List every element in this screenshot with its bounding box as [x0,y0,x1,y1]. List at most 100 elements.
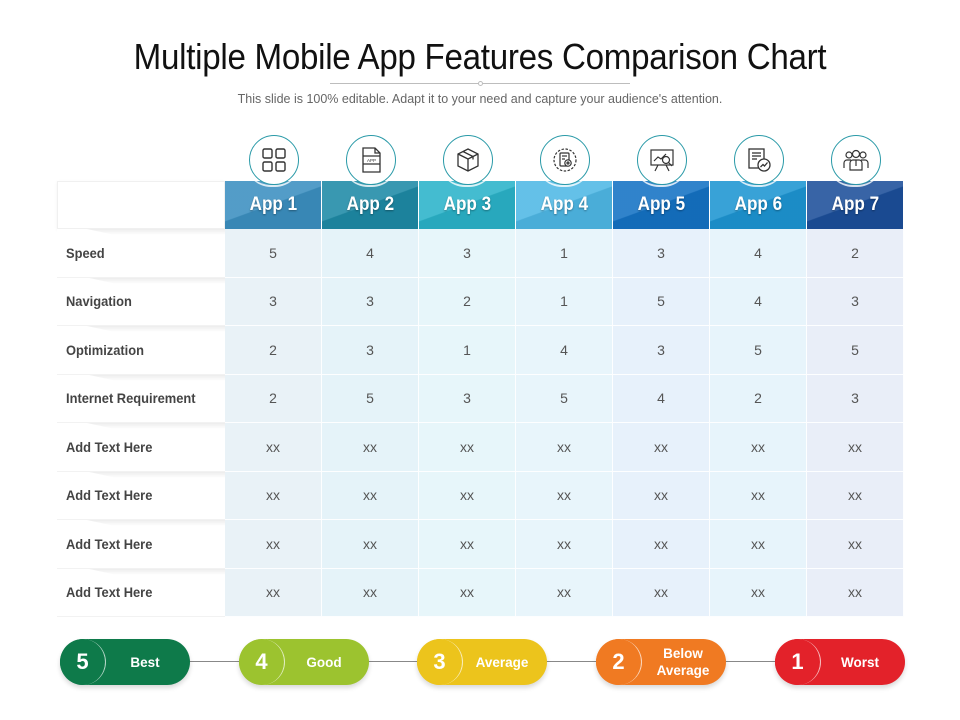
table-cell: 3 [225,277,322,326]
team-people-icon [830,135,881,185]
table-cell: 2 [225,326,322,375]
legend-label: Average [475,654,529,670]
legend-item: 4 Good [239,639,369,685]
column-header-app-7: App 7 [807,181,903,229]
table-cell: xx [807,568,904,617]
legend-label: Best [130,654,160,670]
row-label-text: Add Text Here [66,487,153,504]
table-cell: 4 [613,374,710,423]
table-cell: 4 [710,229,807,278]
column-header-label: App 5 [637,194,685,215]
legend-item: 2 Below Average [596,639,726,685]
package-box-icon [442,135,493,185]
table-cell: 4 [516,326,613,375]
column-header-app-6: App 6 [710,181,806,229]
column-header-label: App 1 [249,194,297,215]
row-label-text: Speed [66,244,105,261]
table-cell: xx [807,471,904,520]
table-cell: xx [322,520,419,569]
table-cell: xx [710,520,807,569]
table-corner-cell [57,181,225,229]
column-header-label: App 3 [443,194,491,215]
table-cell: 1 [516,229,613,278]
table-cell: xx [807,423,904,472]
table-cell: 3 [613,229,710,278]
table-cell: 5 [710,326,807,375]
legend-label: Below Average [656,646,710,678]
table-cell: xx [322,568,419,617]
row-label-text: Add Text Here [66,438,153,455]
presentation-analytics-icon [636,135,687,185]
row-label: Optimization [57,326,225,375]
table-cell: 5 [225,229,322,278]
table-cell: 3 [807,374,904,423]
table-cell: xx [225,423,322,472]
legend-label: Worst [840,654,879,670]
document-gear-icon [539,135,590,185]
row-label-text: Navigation [66,293,132,310]
row-label: Add Text Here [57,568,225,617]
legend-item: 5 Best [60,639,190,685]
legend-item: 1 Worst [775,639,905,685]
table-cell: 4 [322,229,419,278]
table-cell: xx [613,471,710,520]
table-cell: xx [225,568,322,617]
report-growth-icon [733,135,784,185]
table-cell: 5 [516,374,613,423]
table-cell: 3 [419,374,516,423]
table-cell: xx [613,423,710,472]
comparison-table: App 1 App 2 App 3 App 4 App 5 App 6 App 7 Speed… [57,181,904,617]
table-cell: 2 [807,229,904,278]
column-header-label: App 4 [540,194,588,215]
row-label: Speed [57,229,225,278]
table-cell: 3 [419,229,516,278]
grid-icon [248,135,299,185]
app-file-icon: APP [345,135,396,185]
table-cell: xx [807,520,904,569]
row-label: Add Text Here [57,423,225,472]
legend-score: 5 [60,639,106,685]
column-header-app-2: App 2 [322,181,418,229]
row-label: Navigation [57,277,225,326]
table-cell: xx [516,520,613,569]
column-header-label: App 7 [831,194,879,215]
row-label-text: Add Text Here [66,535,153,552]
column-header-label: App 6 [734,194,782,215]
table-cell: xx [710,471,807,520]
legend-label: Good [306,654,342,670]
table-cell: xx [322,423,419,472]
table-cell: xx [516,568,613,617]
table-cell: 1 [516,277,613,326]
table-cell: 3 [613,326,710,375]
column-header-label: App 2 [346,194,394,215]
slide-subtitle: This slide is 100% editable. Adapt it to… [237,92,723,106]
row-label: Internet Requirement [57,374,225,423]
table-cell: 3 [322,277,419,326]
slide-title: Multiple Mobile App Features Comparison … [133,36,827,77]
svg-text:APP: APP [366,158,375,163]
table-cell: 1 [419,326,516,375]
table-cell: xx [225,471,322,520]
column-header-app-5: App 5 [613,181,709,229]
column-header-app-4: App 4 [516,181,612,229]
table-cell: 5 [613,277,710,326]
table-cell: xx [710,423,807,472]
table-cell: xx [613,568,710,617]
row-label-text: Add Text Here [66,584,153,601]
row-label: Add Text Here [57,520,225,569]
table-cell: xx [419,423,516,472]
table-cell: 3 [807,277,904,326]
table-cell: xx [516,423,613,472]
table-cell: 2 [225,374,322,423]
title-divider-dot [478,81,483,86]
table-cell: 5 [807,326,904,375]
table-cell: xx [710,568,807,617]
table-cell: 4 [710,277,807,326]
table-cell: xx [419,568,516,617]
table-cell: xx [419,471,516,520]
legend-score: 2 [596,639,642,685]
table-cell: xx [516,471,613,520]
legend-score: 3 [417,639,463,685]
table-cell: xx [613,520,710,569]
row-label-text: Internet Requirement [66,390,196,407]
